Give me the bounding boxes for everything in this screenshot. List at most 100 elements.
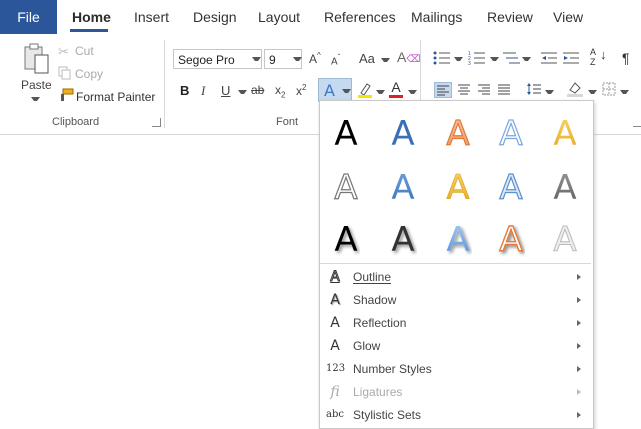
ribbon-tabs: File Home Insert Design Layout Reference…: [0, 0, 641, 34]
text-effect-style-15[interactable]: A: [553, 220, 577, 261]
line-spacing-icon[interactable]: [526, 82, 542, 96]
stylistic-sets-icon: abc: [326, 409, 344, 420]
align-left-icon[interactable]: [434, 82, 452, 98]
text-effect-style-12[interactable]: A: [391, 220, 414, 260]
show-formatting-marks-icon[interactable]: ¶: [622, 50, 630, 66]
paragraph-dialog-launcher-icon[interactable]: [633, 118, 641, 127]
line-spacing-dropdown-icon[interactable]: [545, 90, 554, 97]
font-name-dropdown-icon[interactable]: [252, 57, 261, 64]
format-painter-button[interactable]: Format Painter: [76, 90, 155, 104]
increase-indent-icon[interactable]: [562, 50, 580, 66]
tab-view[interactable]: View: [553, 0, 583, 34]
submenu-arrow-icon: [577, 320, 581, 326]
menu-item-ligatures[interactable]: fi Ligatures: [320, 381, 591, 404]
numbering-icon[interactable]: 123: [468, 50, 490, 67]
paste-dropdown-icon[interactable]: [31, 97, 40, 104]
highlight-color-icon[interactable]: [357, 81, 373, 99]
shading-icon[interactable]: [566, 80, 584, 98]
font-name-value: Segoe Pro: [178, 53, 235, 67]
text-effect-style-10[interactable]: A: [553, 168, 576, 208]
strikethrough-button[interactable]: ab: [251, 83, 264, 97]
decrease-indent-icon[interactable]: [540, 50, 558, 66]
tab-layout[interactable]: Layout: [258, 0, 300, 34]
sort-icon[interactable]: A Z ↓: [590, 47, 608, 69]
text-effect-style-7[interactable]: A: [391, 168, 414, 208]
text-effect-style-4[interactable]: A: [499, 113, 523, 154]
text-effects-button-pressed[interactable]: A: [318, 78, 352, 102]
paste-label[interactable]: Paste: [21, 78, 52, 92]
bullets-dropdown-icon[interactable]: [454, 57, 463, 64]
multilevel-list-icon[interactable]: [502, 50, 522, 66]
menu-item-outline[interactable]: A Outline: [320, 266, 591, 289]
subscript-button[interactable]: x2: [275, 83, 285, 99]
font-name-combobox[interactable]: Segoe Pro: [173, 49, 262, 69]
tab-insert[interactable]: Insert: [134, 0, 169, 34]
align-center-icon[interactable]: [456, 82, 472, 96]
text-effect-style-13[interactable]: A: [446, 220, 469, 260]
superscript-button[interactable]: x2: [296, 83, 306, 98]
shading-dropdown-icon[interactable]: [588, 90, 597, 97]
menu-item-label: Number Styles: [353, 362, 432, 376]
text-effect-style-3[interactable]: A: [446, 113, 470, 154]
align-right-icon[interactable]: [476, 82, 492, 96]
gallery-menu-separator: [320, 263, 591, 264]
borders-icon[interactable]: [602, 82, 616, 96]
highlight-dropdown-icon[interactable]: [376, 90, 385, 97]
justify-icon[interactable]: [496, 82, 512, 96]
submenu-arrow-icon: [577, 274, 581, 280]
menu-item-label: Stylistic Sets: [353, 408, 422, 422]
clipboard-dialog-launcher-icon[interactable]: [152, 118, 161, 127]
tab-mailings[interactable]: Mailings: [411, 0, 462, 34]
text-effect-style-6[interactable]: A: [334, 167, 358, 208]
font-group-label: Font: [276, 116, 299, 128]
menu-item-shadow[interactable]: A Shadow: [320, 289, 591, 312]
paste-icon[interactable]: [23, 42, 51, 76]
menu-item-reflection[interactable]: A Reflection: [320, 312, 591, 335]
change-case-dropdown-icon[interactable]: [381, 58, 390, 65]
clear-formatting-icon[interactable]: A⌫: [397, 49, 420, 69]
submenu-arrow-icon: [577, 389, 581, 395]
cut-button[interactable]: Cut: [75, 44, 94, 58]
copy-icon: [58, 66, 72, 80]
copy-button[interactable]: Copy: [75, 67, 103, 81]
font-color-dropdown-icon[interactable]: [408, 90, 417, 97]
submenu-arrow-icon: [577, 412, 581, 418]
tab-review[interactable]: Review: [487, 0, 533, 34]
font-color-icon[interactable]: A: [388, 79, 404, 99]
underline-dropdown-icon[interactable]: [238, 90, 247, 97]
menu-item-number-styles[interactable]: 123 Number Styles: [320, 358, 591, 381]
text-effect-style-14[interactable]: A: [499, 219, 524, 260]
tab-file[interactable]: File: [0, 0, 57, 34]
multilevel-dropdown-icon[interactable]: [522, 57, 531, 64]
text-effect-style-9[interactable]: A: [499, 167, 523, 208]
tab-references[interactable]: References: [324, 0, 396, 34]
menu-item-stylistic-sets[interactable]: abc Stylistic Sets: [320, 404, 591, 427]
tab-design[interactable]: Design: [193, 0, 237, 34]
text-effect-style-2[interactable]: A: [391, 114, 414, 154]
bold-button[interactable]: B: [180, 83, 189, 98]
shrink-font-icon[interactable]: Aˇ: [331, 53, 340, 67]
ligatures-icon: fi: [330, 384, 340, 400]
menu-item-label: Shadow: [353, 293, 397, 307]
shadow-icon: A: [330, 292, 340, 308]
subscript-2: 2: [281, 90, 286, 100]
borders-dropdown-icon[interactable]: [620, 90, 629, 97]
group-divider: [164, 40, 165, 128]
numbering-dropdown-icon[interactable]: [490, 57, 499, 64]
submenu-arrow-icon: [577, 297, 581, 303]
grow-font-icon[interactable]: A^: [309, 51, 321, 66]
text-effects-icon: A: [324, 81, 335, 100]
text-effect-style-8[interactable]: A: [446, 168, 470, 209]
underline-button[interactable]: U: [221, 83, 230, 98]
text-effect-style-11[interactable]: A: [334, 220, 357, 260]
italic-button[interactable]: I: [201, 83, 205, 99]
outline-icon: A: [330, 269, 341, 286]
change-case-button[interactable]: Aa: [359, 51, 375, 66]
glow-icon: A: [330, 338, 340, 354]
menu-item-glow[interactable]: A Glow: [320, 335, 591, 358]
submenu-arrow-icon: [577, 366, 581, 372]
font-size-dropdown-icon[interactable]: [293, 57, 302, 64]
number-styles-icon: 123: [326, 363, 346, 374]
text-effect-style-1[interactable]: A: [334, 114, 357, 154]
text-effect-style-5[interactable]: A: [553, 114, 576, 154]
